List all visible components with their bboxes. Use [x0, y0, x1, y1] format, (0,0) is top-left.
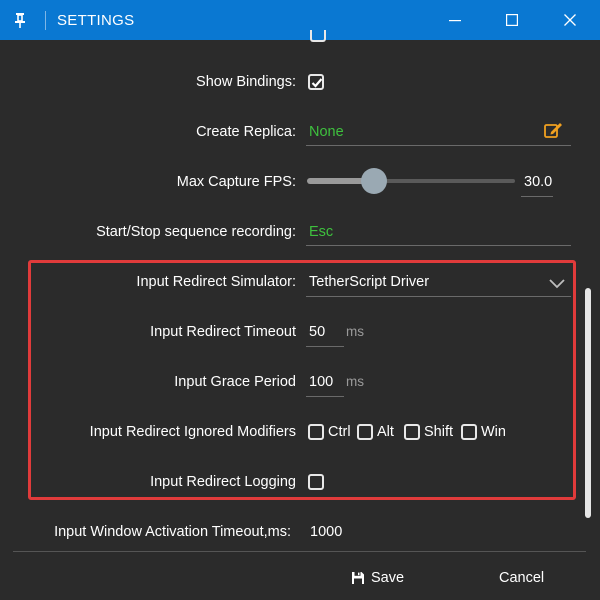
checkmark-icon [311, 78, 323, 88]
input-redirect-logging-checkbox[interactable] [308, 474, 324, 490]
minimize-icon [449, 20, 461, 22]
input-redirect-logging-label: Input Redirect Logging [150, 474, 296, 490]
timeout-unit: ms [346, 324, 364, 339]
fps-slider-thumb[interactable] [361, 168, 387, 194]
modifier-ctrl-label: Ctrl [328, 424, 351, 440]
window-activation-timeout-value[interactable]: 1000 [310, 524, 342, 540]
sequence-recording-label: Start/Stop sequence recording: [96, 224, 296, 240]
create-replica-label: Create Replica: [196, 124, 296, 140]
modifier-alt[interactable]: Alt [357, 424, 394, 440]
cancel-label: Cancel [499, 570, 545, 586]
max-capture-fps-label: Max Capture FPS: [176, 174, 296, 190]
input-grace-period-value[interactable]: 100 [309, 374, 333, 390]
modifier-alt-checkbox[interactable] [357, 424, 373, 440]
modifier-shift-checkbox[interactable] [404, 424, 420, 440]
close-button[interactable] [550, 0, 590, 40]
window-title: SETTINGS [57, 12, 135, 29]
cancel-button[interactable]: Cancel [499, 570, 544, 586]
save-label: Save [371, 570, 405, 586]
modifier-win-label: Win [481, 424, 506, 440]
title-bar[interactable]: SETTINGS [0, 0, 600, 40]
maximize-icon [506, 14, 518, 26]
input-redirect-simulator-value[interactable]: TetherScript Driver [309, 274, 429, 290]
title-separator [45, 11, 46, 30]
save-button[interactable]: Save [351, 570, 404, 586]
grace-period-underline [306, 396, 344, 397]
show-bindings-label: Show Bindings: [196, 74, 296, 90]
fps-slider-track[interactable] [385, 179, 515, 183]
create-replica-underline [306, 145, 571, 146]
fps-value-underline [521, 196, 553, 197]
modifier-shift-label: Shift [424, 424, 454, 440]
simulator-underline [306, 296, 571, 297]
edit-icon[interactable] [544, 121, 564, 144]
ignored-modifiers-label: Input Redirect Ignored Modifiers [89, 424, 296, 440]
floppy-disk-icon [352, 572, 364, 584]
scrollbar-thumb[interactable] [585, 288, 591, 518]
chevron-down-icon[interactable] [549, 276, 565, 294]
input-grace-period-label: Input Grace Period [174, 374, 296, 390]
close-icon [564, 14, 576, 26]
fps-value[interactable]: 30.0 [524, 174, 552, 190]
timeout-underline [306, 346, 344, 347]
maximize-button[interactable] [492, 0, 532, 40]
show-bindings-checkbox[interactable] [308, 74, 324, 90]
modifier-shift[interactable]: Shift [404, 424, 453, 440]
scrolled-checkbox[interactable] [310, 30, 326, 42]
sequence-recording-underline [306, 245, 571, 246]
pin-icon[interactable] [10, 10, 30, 30]
input-redirect-simulator-label: Input Redirect Simulator: [136, 274, 296, 290]
window-activation-timeout-label: Input Window Activation Timeout,ms: [54, 524, 291, 540]
modifier-win-checkbox[interactable] [461, 424, 477, 440]
grace-period-unit: ms [346, 374, 364, 389]
input-redirect-timeout-value[interactable]: 50 [309, 324, 325, 340]
sequence-recording-value[interactable]: Esc [309, 224, 333, 240]
modifier-ctrl[interactable]: Ctrl [308, 424, 351, 440]
modifier-ctrl-checkbox[interactable] [308, 424, 324, 440]
input-redirect-timeout-label: Input Redirect Timeout [150, 324, 296, 340]
footer-divider [13, 551, 586, 552]
create-replica-value[interactable]: None [309, 124, 344, 140]
minimize-button[interactable] [435, 0, 475, 40]
modifier-alt-label: Alt [377, 424, 394, 440]
modifier-win[interactable]: Win [461, 424, 506, 440]
